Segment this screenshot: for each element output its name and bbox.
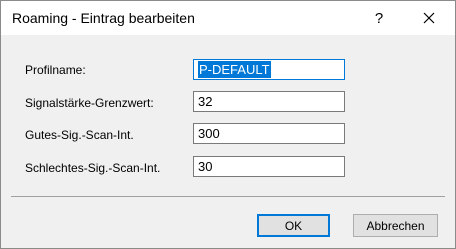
- gutes-sig-scan-input[interactable]: 300: [193, 123, 345, 144]
- help-icon: ?: [374, 9, 384, 27]
- help-button[interactable]: ?: [357, 1, 401, 35]
- window-title: Roaming - Eintrag bearbeiten: [12, 10, 195, 26]
- gutes-sig-scan-label: Gutes-Sig.-Scan-Int.: [25, 128, 134, 142]
- signalstaerke-label: Signalstärke-Grenzwert:: [25, 96, 154, 110]
- schlechtes-sig-scan-input[interactable]: 30: [193, 156, 345, 177]
- profilname-label: Profilname:: [25, 63, 86, 77]
- schlechtes-sig-scan-label: Schlechtes-Sig.-Scan-Int.: [25, 161, 161, 175]
- gutes-sig-scan-value: 300: [198, 126, 220, 141]
- dialog-window: Roaming - Eintrag bearbeiten ? Profilnam…: [0, 0, 456, 249]
- profilname-input[interactable]: P-DEFAULT: [193, 59, 345, 80]
- signalstaerke-input[interactable]: 32: [193, 91, 345, 112]
- ok-button[interactable]: OK: [257, 214, 330, 237]
- close-icon: [423, 12, 435, 24]
- close-button[interactable]: [407, 1, 451, 35]
- dialog-content: Profilname: P-DEFAULT Signalstärke-Grenz…: [1, 35, 455, 248]
- title-bar[interactable]: Roaming - Eintrag bearbeiten ?: [1, 1, 455, 35]
- profilname-value: P-DEFAULT: [198, 61, 271, 78]
- schlechtes-sig-scan-value: 30: [198, 159, 213, 174]
- separator: [11, 196, 445, 197]
- cancel-button[interactable]: Abbrechen: [353, 214, 438, 237]
- signalstaerke-value: 32: [198, 94, 213, 109]
